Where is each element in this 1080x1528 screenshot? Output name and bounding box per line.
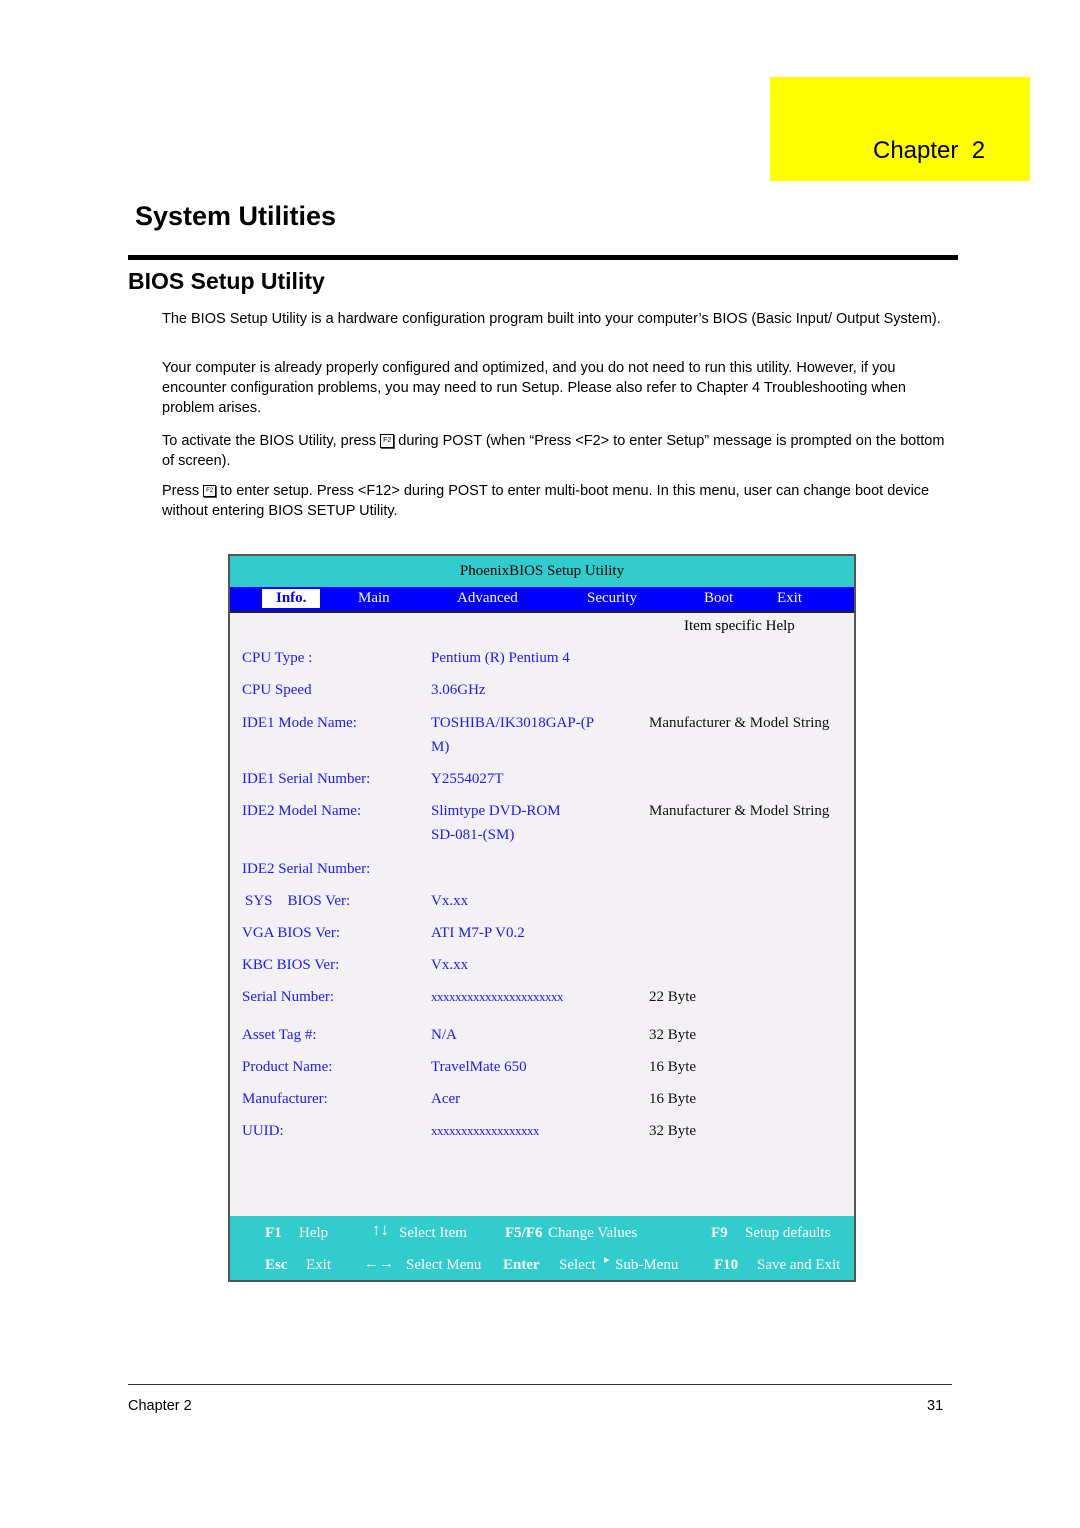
key-esc-desc: Exit: [306, 1257, 331, 1273]
row-value-vga-bios: ATI M7-P V0.2: [431, 925, 525, 941]
row-label-ide1-serial: IDE1 Serial Number:: [242, 771, 371, 787]
multiboot-text-before: Press: [162, 483, 200, 499]
submenu-arrow-icon: ▸: [604, 1254, 610, 1266]
page-title: System Utilities: [135, 201, 337, 231]
row-help-uuid: 32 Byte: [649, 1123, 697, 1139]
tab-boot[interactable]: Boot: [704, 589, 733, 608]
row-value-manufacturer: Acer: [431, 1091, 461, 1107]
row-label-kbc-bios: KBC BIOS Ver:: [242, 957, 340, 973]
multiboot-paragraph: Press F2 to enter setup. Press <F12> durin…: [162, 481, 952, 521]
row-help-product-name: 16 Byte: [649, 1059, 697, 1075]
row-label-asset-tag: Asset Tag #:: [242, 1027, 317, 1043]
key-f9: F9: [711, 1225, 728, 1241]
row-value-kbc-bios: Vx.xx: [431, 957, 469, 973]
key-esc: Esc: [265, 1257, 288, 1273]
row-label-vga-bios: VGA BIOS Ver:: [242, 925, 341, 941]
row-value-cpu-type: Pentium (R) Pentium 4: [431, 650, 570, 666]
row-value-serial-number: xxxxxxxxxxxxxxxxxxxxxx: [431, 989, 564, 1004]
key-submenu-desc: Sub-Menu: [615, 1257, 679, 1273]
key-f10: F10: [714, 1257, 739, 1273]
key-updown-desc: Select Item: [399, 1225, 467, 1241]
tab-main[interactable]: Main: [358, 589, 390, 608]
section-title: BIOS Setup Utility: [128, 268, 325, 294]
bios-menu-bar: Info. Main Advanced Security Boot Exit: [230, 587, 854, 613]
footer-divider: [128, 1384, 952, 1385]
row-value-ide1-model: TOSHIBA/IK3018GAP-(P: [431, 715, 595, 731]
key-enter-desc: Select: [559, 1257, 596, 1273]
row-label-ide2-model: IDE2 Model Name:: [242, 803, 362, 819]
row-value-sys-bios: Vx.xx: [431, 893, 469, 909]
chapter-tab: Chapter 2: [770, 77, 1030, 181]
key-f9-desc: Setup defaults: [745, 1225, 831, 1241]
key-f10-desc: Save and Exit: [757, 1257, 841, 1273]
bios-screenshot: PhoenixBIOS Setup Utility Info. Main Adv…: [228, 554, 856, 1282]
row-help-asset-tag: 32 Byte: [649, 1027, 697, 1043]
row-value-ide2-model: Slimtype DVD-ROM: [431, 803, 561, 819]
multiboot-text-after: to enter setup. Press <F12> during POST …: [162, 483, 930, 519]
chapter-tab-label: Chapter 2: [873, 137, 986, 164]
activate-text-before: To activate the BIOS Utility, press: [162, 433, 377, 449]
row-label-manufacturer: Manufacturer:: [242, 1091, 328, 1107]
row-help-ide1-model: Manufacturer & Model String: [649, 715, 830, 731]
row-value-product-name: TravelMate 650: [431, 1059, 527, 1075]
tab-info[interactable]: Info.: [262, 589, 321, 608]
footer-chapter: Chapter 2: [128, 1398, 192, 1414]
key-f5f6-desc: Change Values: [548, 1225, 638, 1241]
item-help-header: Item specific Help: [684, 618, 795, 634]
bios-title-bar: PhoenixBIOS Setup Utility: [230, 556, 854, 587]
key-f1: F1: [265, 1225, 282, 1241]
row-help-ide2-model: Manufacturer & Model String: [649, 803, 830, 819]
key-enter: Enter: [503, 1257, 540, 1273]
intro-paragraph: The BIOS Setup Utility is a hardware con…: [162, 311, 941, 327]
configuration-paragraph: Your computer is already properly config…: [162, 360, 906, 416]
key-leftright-desc: Select Menu: [406, 1257, 482, 1273]
row-help-manufacturer: 16 Byte: [649, 1091, 697, 1107]
key-f1-desc: Help: [299, 1225, 329, 1241]
bios-key-legend: F1 Help ↑↓ Select Item F5/F6 Change Valu…: [230, 1216, 854, 1280]
up-down-arrows-icon: ↑↓: [372, 1220, 389, 1239]
left-right-arrows-icon: ←→: [364, 1256, 394, 1272]
f2-key-icon: F2: [380, 434, 395, 449]
row-help-serial-number: 22 Byte: [649, 989, 697, 1005]
activate-paragraph: To activate the BIOS Utility, press F2 dur…: [162, 431, 952, 471]
f2-key-icon: F2: [203, 485, 217, 498]
row-value-asset-tag: N/A: [431, 1027, 457, 1043]
tab-advanced[interactable]: Advanced: [457, 589, 518, 608]
row-label-product-name: Product Name:: [242, 1059, 333, 1075]
row-value-ide1-serial: Y2554027T: [431, 771, 504, 787]
row-value-ide1-model-cont: M): [431, 739, 450, 755]
page-number: 31: [927, 1398, 944, 1414]
row-label-serial-number: Serial Number:: [242, 989, 335, 1005]
row-label-ide2-serial: IDE2 Serial Number:: [242, 861, 371, 877]
row-label-cpu-speed: CPU Speed: [242, 682, 312, 698]
row-label-ide1-model: IDE1 Mode Name:: [242, 715, 357, 731]
row-label-sys-bios: SYS BIOS Ver:: [245, 893, 351, 909]
tab-exit[interactable]: Exit: [777, 589, 802, 608]
row-label-uuid: UUID:: [242, 1123, 284, 1139]
key-f5f6: F5/F6: [505, 1225, 543, 1241]
row-value-uuid: xxxxxxxxxxxxxxxxxx: [431, 1123, 540, 1138]
row-label-cpu-type: CPU Type :: [242, 650, 313, 666]
row-value-ide2-model-cont: SD-081-(SM): [431, 827, 515, 843]
row-value-cpu-speed: 3.06GHz: [431, 682, 486, 698]
tab-security[interactable]: Security: [587, 589, 637, 608]
title-divider: [128, 255, 958, 260]
